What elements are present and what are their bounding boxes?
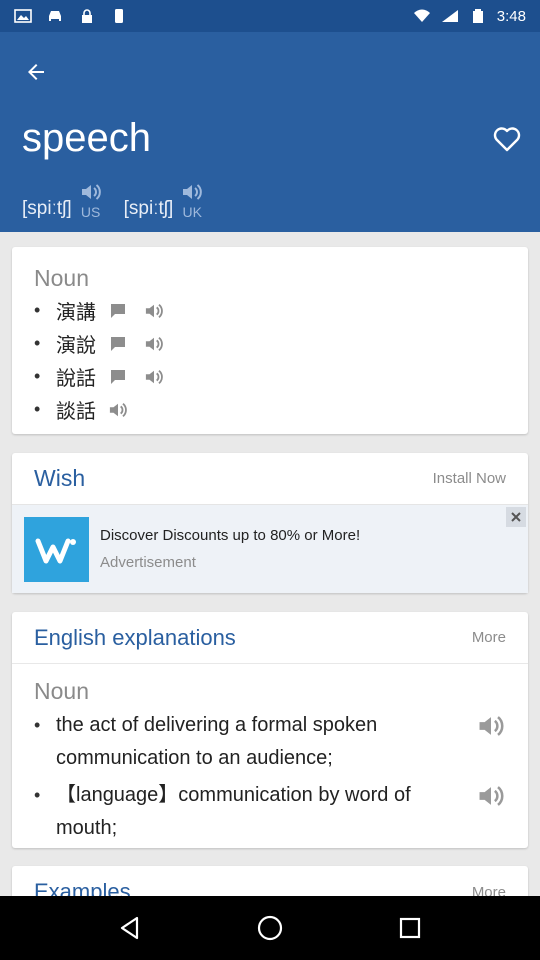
bullet: • xyxy=(34,333,41,353)
meaning-item: • 談話 xyxy=(34,393,506,426)
play-definition-button[interactable] xyxy=(476,781,506,811)
ad-card: Wish Install Now Discover Discounts up t… xyxy=(12,453,528,593)
meaning-text: 說話 xyxy=(56,368,96,390)
comment-icon xyxy=(111,303,125,318)
meaning-list: • 演講 • 演說 • 說話 • 談話 xyxy=(34,294,506,426)
region-label-uk: UK xyxy=(182,204,202,220)
word-header: speech [spiːtʃ] US [spiːtʃ] UK xyxy=(0,32,540,232)
definition-item: • the act of delivering a formal spoken … xyxy=(34,709,506,775)
meaning-text: 談話 xyxy=(56,401,96,423)
status-left xyxy=(14,9,128,23)
explanations-header: English explanations More xyxy=(12,612,528,664)
wish-logo xyxy=(24,517,89,582)
explanations-body: Noun • the act of delivering a formal sp… xyxy=(12,664,528,845)
pronunciation-us[interactable]: [spiːtʃ] US xyxy=(22,182,102,220)
bullet: • xyxy=(34,715,41,735)
english-explanations-card: English explanations More Noun • the act… xyxy=(12,612,528,848)
status-time: 3:48 xyxy=(496,7,526,25)
ad-brand[interactable]: Wish xyxy=(34,465,85,492)
bullet: • xyxy=(34,366,41,386)
definition-item: • 【language】communication by word of mou… xyxy=(34,779,506,845)
pronunciation-region-uk: UK xyxy=(181,182,203,220)
play-audio-button[interactable] xyxy=(144,334,164,354)
meaning-text: 演講 xyxy=(56,302,96,324)
image-icon xyxy=(14,9,32,23)
definition-text: the act of delivering a formal spoken co… xyxy=(56,714,378,769)
speaker-icon xyxy=(109,402,127,417)
region-label-us: US xyxy=(80,204,101,220)
bullet: • xyxy=(34,785,41,805)
play-audio-button[interactable] xyxy=(144,301,164,321)
comment-icon xyxy=(111,369,125,384)
car-icon xyxy=(49,11,61,21)
triangle-back-icon xyxy=(120,916,139,940)
meaning-text: 演說 xyxy=(56,335,96,357)
wifi-icon xyxy=(413,9,430,22)
speaker-icon xyxy=(145,336,163,351)
speaker-icon xyxy=(183,184,203,200)
install-now-button[interactable]: Install Now xyxy=(433,470,506,487)
pronunciation-row: [spiːtʃ] US [spiːtʃ] UK xyxy=(22,182,203,220)
heart-icon xyxy=(493,127,521,152)
lock-icon xyxy=(82,9,92,23)
note-button[interactable] xyxy=(108,334,128,354)
play-definition-button[interactable] xyxy=(476,711,506,741)
meaning-item: • 演說 xyxy=(34,327,506,360)
arrow-left-icon xyxy=(28,64,44,80)
wish-logo-mark xyxy=(35,538,76,563)
speaker-icon xyxy=(81,184,101,200)
part-of-speech: Noun xyxy=(34,678,89,704)
play-audio-button[interactable] xyxy=(108,400,128,420)
nav-home-button[interactable] xyxy=(246,904,294,952)
bullet: • xyxy=(34,300,41,320)
definition-text: 【language】communication by word of mouth… xyxy=(56,784,411,839)
part-of-speech: Noun xyxy=(34,265,89,291)
ad-label: Advertisement xyxy=(100,554,196,571)
comment-icon xyxy=(111,336,125,351)
back-button[interactable] xyxy=(18,54,54,90)
speaker-icon xyxy=(145,369,163,384)
status-bar: 3:48 xyxy=(0,0,540,32)
meanings-card: Noun • 演講 • 演說 • 說話 • 談話 xyxy=(12,247,528,434)
speaker-icon xyxy=(145,303,163,318)
ad-header: Wish Install Now xyxy=(12,453,528,505)
note-button[interactable] xyxy=(108,367,128,387)
pronunciation-ipa-uk: [spiːtʃ] xyxy=(123,198,174,219)
close-icon xyxy=(511,512,521,522)
note-button[interactable] xyxy=(108,301,128,321)
favorite-button[interactable] xyxy=(490,122,524,156)
speaker-icon xyxy=(479,716,504,736)
nav-back-button[interactable] xyxy=(106,904,154,952)
pronunciation-region-us: US xyxy=(80,182,102,220)
explanations-more-button[interactable]: More xyxy=(472,629,506,646)
ad-banner[interactable]: Discover Discounts up to 80% or More! Ad… xyxy=(12,505,528,593)
status-right: 3:48 xyxy=(413,8,526,25)
headword: speech xyxy=(22,116,151,160)
bullet: • xyxy=(34,399,41,419)
ad-close-button[interactable] xyxy=(506,507,526,527)
nav-recents-button[interactable] xyxy=(386,904,434,952)
pronunciation-uk[interactable]: [spiːtʃ] UK xyxy=(124,182,204,220)
meaning-item: • 說話 xyxy=(34,360,506,393)
circle-home-icon xyxy=(257,915,283,941)
meaning-item: • 演講 xyxy=(34,294,506,327)
explanations-title: English explanations xyxy=(34,624,236,650)
system-nav-bar xyxy=(0,896,540,960)
phone-icon xyxy=(115,9,123,23)
square-recents-icon xyxy=(399,917,421,939)
battery-icon xyxy=(472,9,483,23)
speaker-icon xyxy=(479,786,504,806)
signal-icon xyxy=(441,10,458,22)
ad-title: Discover Discounts up to 80% or More! xyxy=(100,527,361,544)
pronunciation-ipa-us: [spiːtʃ] xyxy=(22,198,72,219)
play-audio-button[interactable] xyxy=(144,367,164,387)
